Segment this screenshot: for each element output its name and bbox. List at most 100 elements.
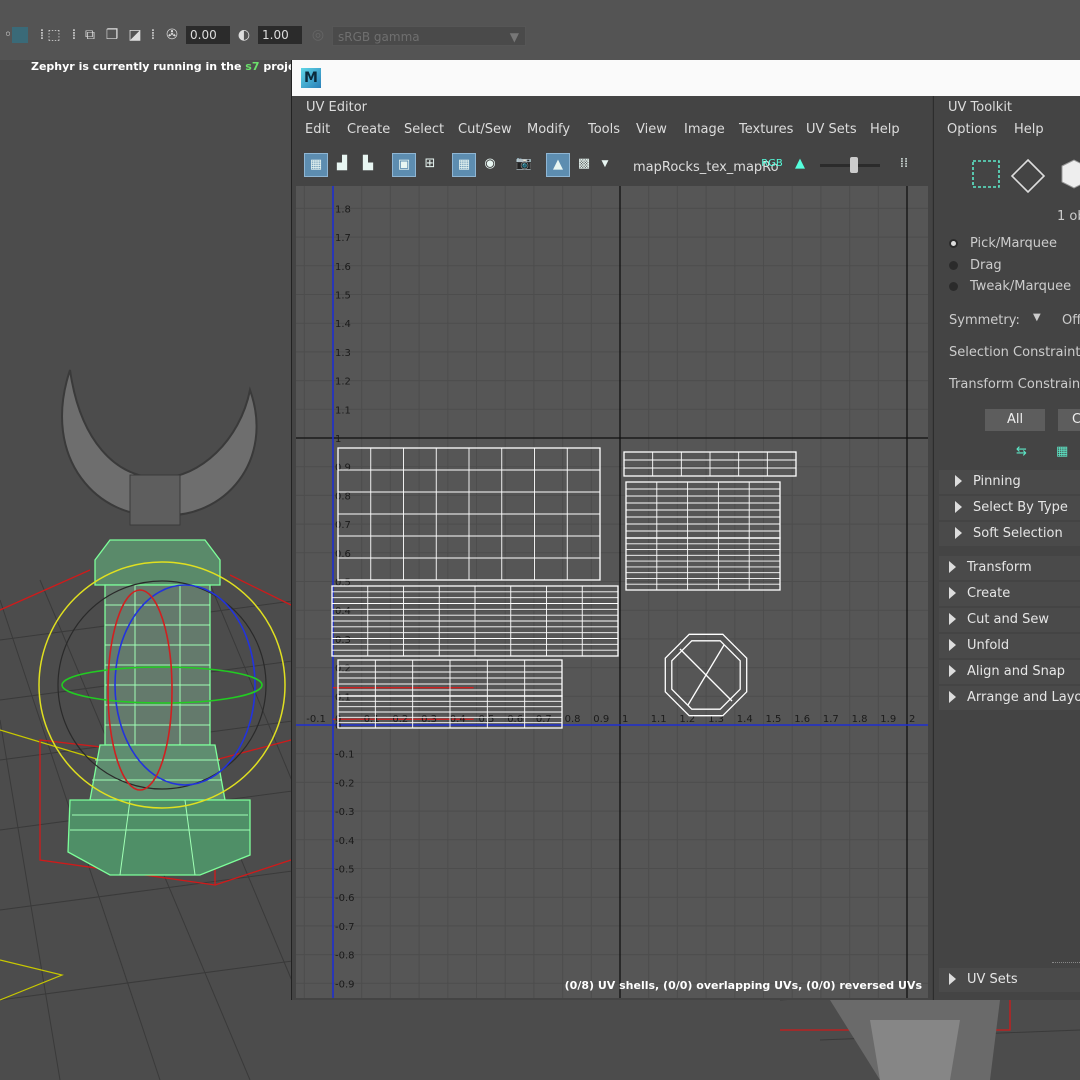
toolbar-overflow-icon[interactable]: ⁞⁞ (894, 153, 914, 177)
window-titlebar[interactable]: M (292, 60, 1080, 96)
uv-shell-icon[interactable]: ▦ (304, 153, 328, 177)
section-label: Unfold (967, 638, 1010, 653)
v-axis-label: -0.7 (335, 922, 355, 933)
menu-help[interactable]: Help (1014, 122, 1044, 137)
isolate-icon[interactable]: ▣ (392, 153, 416, 177)
select-cursor-icon[interactable]: ⬚ (46, 27, 62, 43)
section-uv-sets[interactable]: UV Sets (939, 968, 1080, 992)
section-create[interactable]: Create (939, 582, 1080, 606)
edge-mode-icon (1010, 158, 1046, 194)
shrink-selection-icon[interactable]: ▦ (1056, 444, 1068, 459)
mode-drag-radio[interactable] (949, 261, 958, 270)
menu-view[interactable]: View (636, 122, 667, 137)
selection-type-icons[interactable] (970, 158, 1080, 196)
section-label: Pinning (973, 474, 1021, 489)
u-axis-label: 0.5 (479, 714, 495, 725)
expand-arrow-icon (955, 527, 962, 539)
grow-selection-icon[interactable]: ⇆ (1016, 444, 1027, 459)
u-axis-label: 2 (909, 714, 915, 725)
maya-logo-icon: M (301, 68, 321, 88)
menu-options[interactable]: Options (947, 122, 997, 137)
menu-create[interactable]: Create (347, 122, 390, 137)
stair-icon[interactable]: ▟ (330, 153, 354, 177)
rgb-channel-icon[interactable]: RGB (760, 153, 784, 177)
section-label: Transform (967, 560, 1032, 575)
menu-select[interactable]: Select (404, 122, 444, 137)
mode-pick-marquee-label[interactable]: Pick/Marquee (970, 236, 1057, 251)
chevron-down-icon: ▼ (509, 30, 519, 44)
stair-alt-icon[interactable]: ▙ (356, 153, 380, 177)
mode-pick-marquee-radio[interactable] (949, 239, 958, 248)
uv-grid-canvas[interactable]: 1.8 1.7 1.6 1.5 1.4 1.3 1.2 1.1 1 0.9 0.8 0.7 0.6 0.5… (296, 186, 928, 998)
u-axis-label: 0.6 (507, 714, 523, 725)
v-axis-label: -0.4 (335, 836, 355, 847)
color-space-dropdown[interactable]: sRGB gamma ▼ (332, 26, 526, 46)
frame-icon[interactable]: ⊞ (418, 153, 442, 177)
menu-tools[interactable]: Tools (588, 122, 620, 137)
u-axis-label: 0.9 (593, 714, 609, 725)
duplicate-icon[interactable]: ⧉ (82, 27, 98, 43)
expand-arrow-icon (949, 639, 956, 651)
v-axis-label: 1.1 (335, 405, 351, 416)
menu-textures[interactable]: Textures (739, 122, 793, 137)
select-other-button[interactable]: C (1058, 409, 1080, 431)
menu-image[interactable]: Image (684, 122, 725, 137)
u-axis-label: 0.7 (536, 714, 552, 725)
menu-help[interactable]: Help (870, 122, 900, 137)
exposure-input[interactable]: 0.00 (186, 26, 230, 44)
shading-icon[interactable] (12, 27, 28, 43)
expand-arrow-icon (949, 561, 956, 573)
image-frame-icon[interactable]: ◪ (127, 27, 143, 43)
gamma-input[interactable]: 1.00 (258, 26, 302, 44)
texture-name-label[interactable]: mapRocks_tex_mapRo (633, 160, 779, 175)
menu-cut-sew[interactable]: Cut/Sew (458, 122, 512, 137)
section-label: Create (967, 586, 1011, 601)
grid-icon[interactable]: ▦ (452, 153, 476, 177)
layers-icon[interactable]: ❐ (104, 27, 120, 43)
select-all-button[interactable]: All (985, 409, 1045, 431)
image-icon[interactable]: ▲ (788, 153, 812, 177)
section-label: Arrange and Layo (967, 690, 1080, 705)
section-pinning[interactable]: Pinning (939, 470, 1080, 494)
gamma-icon[interactable]: ◐ (236, 27, 252, 43)
panel-resize-handle[interactable] (1052, 962, 1080, 964)
view-transform-icon[interactable]: ◎ (310, 27, 326, 43)
soft-select-icon[interactable]: ◉ (478, 153, 502, 177)
mode-drag-label[interactable]: Drag (970, 258, 1002, 273)
uv-editor-toolbar: ▦ ▟ ▙ ▣ ⊞ ▦ ◉ 📷 ▲ ▩ ▼ mapRocks_tex_mapRo… (300, 150, 924, 180)
hud-message: Zephyr is currently running in the s7 pr… (31, 60, 307, 73)
section-select-by-type[interactable]: Select By Type (939, 496, 1080, 520)
section-align-and-snap[interactable]: Align and Snap (939, 660, 1080, 684)
v-axis-label: 1.8 (335, 204, 351, 215)
section-soft-selection[interactable]: Soft Selection (939, 522, 1080, 546)
separator-icon: ⁞ (71, 27, 77, 43)
separator-icon: ⁞ (150, 27, 156, 43)
u-axis-label: -0.1 (306, 714, 326, 725)
uv-toolkit-menubar: Options Help (934, 122, 1080, 142)
section-arrange-and-layout[interactable]: Arrange and Layo (939, 686, 1080, 710)
v-axis-label: -0.8 (335, 951, 355, 962)
mode-tweak-radio[interactable] (949, 282, 958, 291)
menu-modify[interactable]: Modify (527, 122, 570, 137)
u-axis-label: 0.3 (421, 714, 437, 725)
u-axis-label: 1.4 (737, 714, 753, 725)
v-axis-label: 1.6 (335, 262, 351, 273)
chevron-down-icon[interactable]: ▼ (598, 153, 612, 177)
exposure-slider-handle[interactable] (850, 157, 858, 173)
expand-arrow-icon (955, 501, 962, 513)
texture-display-icon[interactable]: ▲ (546, 153, 570, 177)
checker-icon[interactable]: ▩ (572, 153, 596, 177)
u-axis-label: 0.4 (450, 714, 466, 725)
section-unfold[interactable]: Unfold (939, 634, 1080, 658)
menu-uv-sets[interactable]: UV Sets (806, 122, 857, 137)
expand-arrow-icon (949, 973, 956, 985)
viewport-toolbar: ◦ ⁞ ⬚ ⁞ ⧉ ❐ ◪ ⁞ ✇ 0.00 ◐ 1.00 ◎ (0, 20, 1080, 52)
menu-edit[interactable]: Edit (305, 122, 330, 137)
section-transform[interactable]: Transform (939, 556, 1080, 580)
mode-tweak-label[interactable]: Tweak/Marquee (970, 279, 1071, 294)
camera-icon[interactable]: 📷 (512, 153, 536, 177)
chevron-down-icon[interactable]: ▼ (1033, 312, 1041, 323)
section-cut-and-sew[interactable]: Cut and Sew (939, 608, 1080, 632)
aperture-icon[interactable]: ✇ (164, 27, 180, 43)
symmetry-value[interactable]: Off (1062, 313, 1080, 328)
